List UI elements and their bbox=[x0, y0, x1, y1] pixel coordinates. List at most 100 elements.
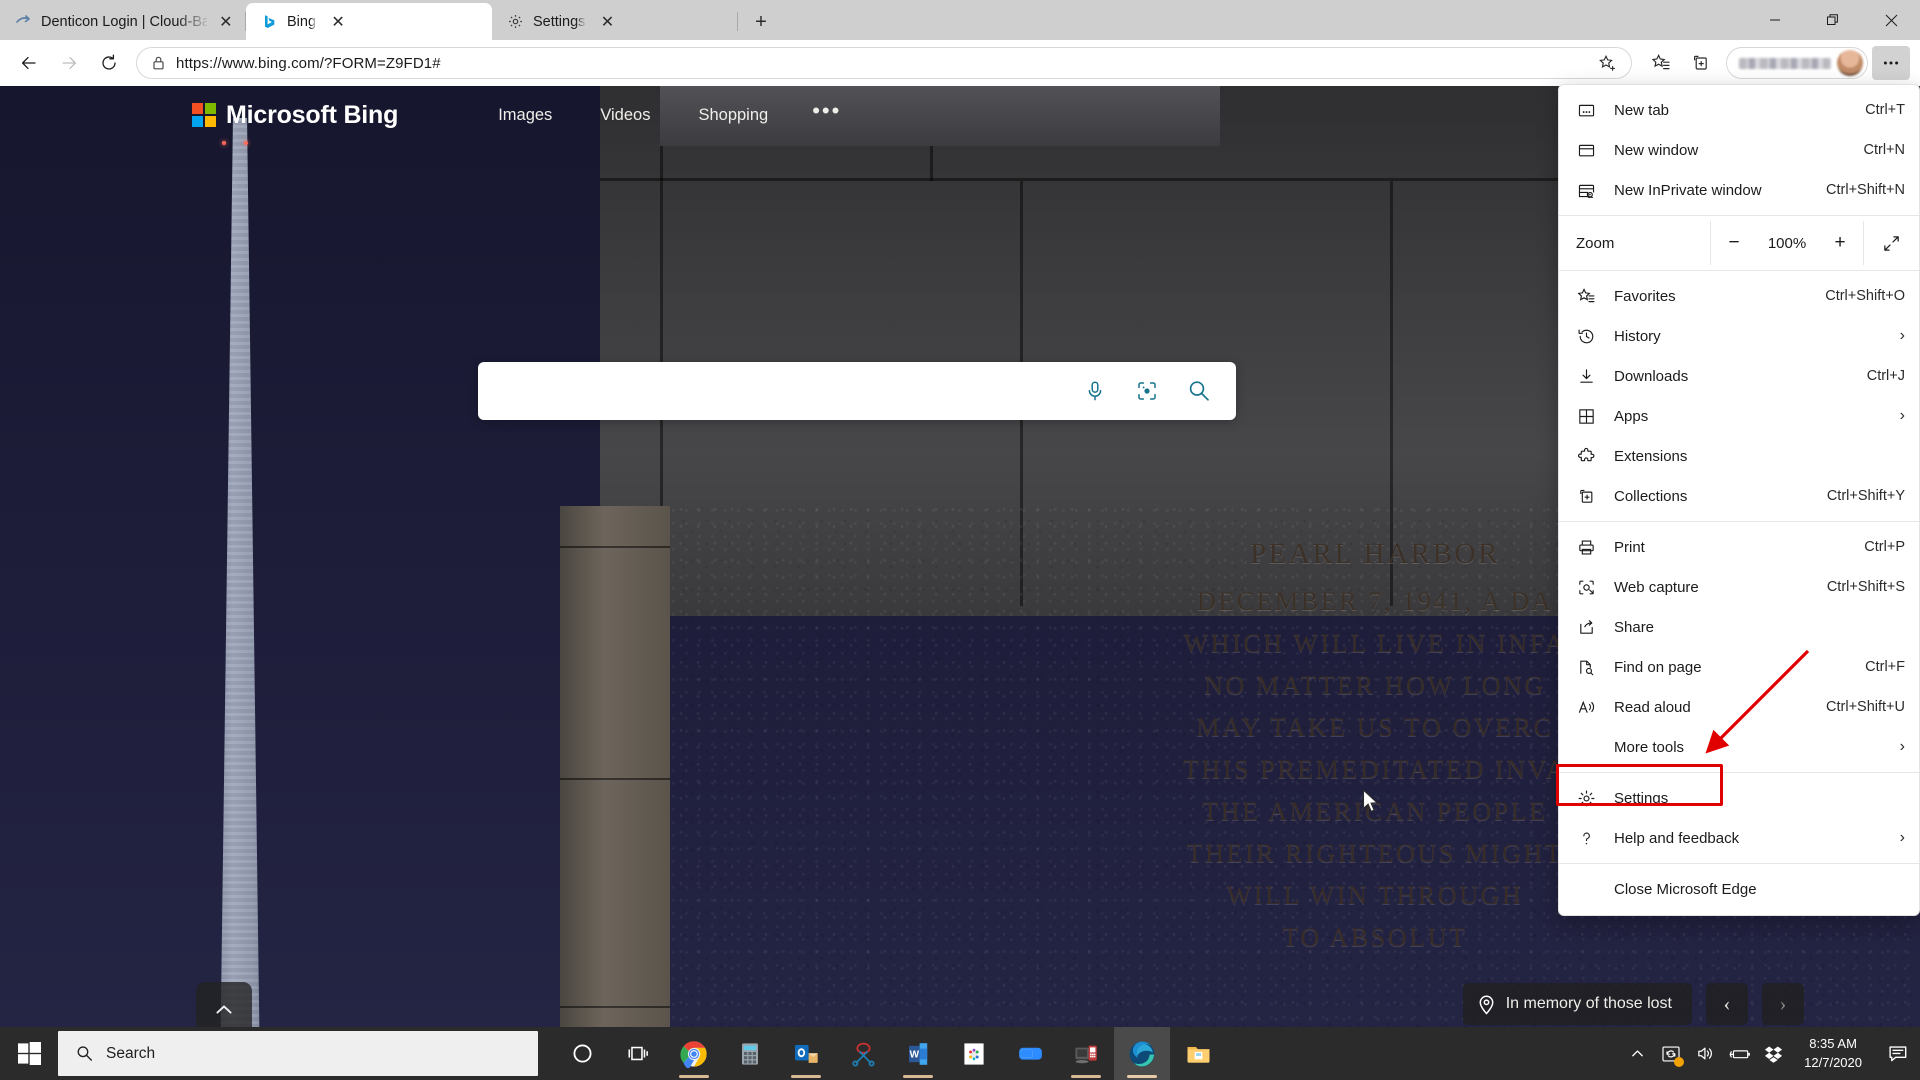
tab-close-button[interactable]: ✕ bbox=[325, 9, 351, 35]
inprivate-icon bbox=[1576, 180, 1597, 201]
snipping-tool-icon[interactable] bbox=[834, 1027, 890, 1080]
onedrive-sync-icon[interactable] bbox=[1654, 1027, 1688, 1080]
new-tab-button[interactable]: + bbox=[744, 7, 778, 37]
remote-desktop-icon[interactable] bbox=[1058, 1027, 1114, 1080]
browser-toolbar: https://www.bing.com/?FORM=Z9FD1# bbox=[0, 40, 1920, 86]
refresh-icon[interactable] bbox=[90, 46, 128, 80]
menu-item-share[interactable]: Share bbox=[1559, 607, 1919, 647]
tab-bing[interactable]: Bing ✕ bbox=[246, 3, 492, 40]
microsoft-word-icon[interactable]: W bbox=[890, 1027, 946, 1080]
menu-item-collections[interactable]: Collections Ctrl+Shift+Y bbox=[1559, 476, 1919, 516]
menu-item-find-on-page[interactable]: Find on page Ctrl+F bbox=[1559, 647, 1919, 687]
share-icon bbox=[1576, 617, 1597, 638]
taskbar-search-box[interactable]: Search bbox=[58, 1031, 538, 1076]
zoom-out-button[interactable]: − bbox=[1711, 221, 1757, 265]
minimize-button[interactable] bbox=[1746, 0, 1804, 40]
menu-separator bbox=[1559, 215, 1919, 216]
menu-item-apps[interactable]: Apps › bbox=[1559, 396, 1919, 436]
next-image-button[interactable]: › bbox=[1762, 983, 1804, 1025]
battery-icon[interactable] bbox=[1722, 1027, 1756, 1080]
menu-item-print[interactable]: Print Ctrl+P bbox=[1559, 527, 1919, 567]
file-explorer-icon[interactable] bbox=[1170, 1027, 1226, 1080]
menu-item-label: New InPrivate window bbox=[1614, 181, 1762, 199]
gear-icon bbox=[1576, 788, 1597, 809]
menu-item-web-capture[interactable]: Web capture Ctrl+Shift+S bbox=[1559, 567, 1919, 607]
menu-item-label: Web capture bbox=[1614, 578, 1699, 596]
bing-search-box[interactable] bbox=[478, 362, 1236, 420]
google-chrome-icon[interactable] bbox=[666, 1027, 722, 1080]
microphone-icon[interactable] bbox=[1080, 376, 1110, 406]
menu-item-shortcut: Ctrl+Shift+O bbox=[1825, 288, 1905, 304]
bing-logo[interactable]: Microsoft Bing bbox=[192, 101, 398, 130]
tab-close-button[interactable]: ✕ bbox=[216, 9, 236, 35]
bing-nav-videos[interactable]: Videos bbox=[576, 100, 674, 131]
star-plus-icon[interactable] bbox=[1591, 49, 1623, 77]
cortana-icon[interactable] bbox=[554, 1027, 610, 1080]
taskbar-clock[interactable]: 8:35 AM 12/7/2020 bbox=[1790, 1027, 1876, 1080]
task-view-icon[interactable] bbox=[610, 1027, 666, 1080]
image-info-bar[interactable]: In memory of those lost bbox=[1462, 983, 1692, 1025]
back-arrow-icon[interactable] bbox=[10, 46, 48, 80]
taskbar-search-placeholder: Search bbox=[106, 1044, 156, 1062]
menu-item-new-inprivate-window[interactable]: New InPrivate window Ctrl+Shift+N bbox=[1559, 170, 1919, 210]
tab-strip: Denticon Login | Cloud-Based Pr ✕ Bing ✕… bbox=[0, 0, 1920, 40]
clock-time: 8:35 AM bbox=[1809, 1035, 1857, 1051]
tab-settings[interactable]: Settings ✕ bbox=[492, 3, 738, 40]
menu-item-shortcut: Ctrl+Shift+N bbox=[1826, 182, 1905, 198]
menu-item-settings[interactable]: Settings bbox=[1559, 778, 1919, 818]
menu-item-favorites[interactable]: Favorites Ctrl+Shift+O bbox=[1559, 276, 1919, 316]
tab-denticon[interactable]: Denticon Login | Cloud-Based Pr ✕ bbox=[0, 3, 246, 40]
tab-title: Settings bbox=[533, 13, 586, 30]
collections-icon[interactable] bbox=[1682, 46, 1720, 80]
profile-button[interactable] bbox=[1726, 47, 1868, 79]
favorites-icon[interactable] bbox=[1642, 46, 1680, 80]
address-bar[interactable]: https://www.bing.com/?FORM=Z9FD1# bbox=[136, 47, 1632, 79]
volume-icon[interactable] bbox=[1688, 1027, 1722, 1080]
collections-icon bbox=[1576, 486, 1597, 507]
restore-button[interactable] bbox=[1804, 0, 1862, 40]
calculator-icon[interactable] bbox=[722, 1027, 778, 1080]
fullscreen-icon[interactable] bbox=[1863, 221, 1919, 265]
menu-item-new-tab[interactable]: New tab Ctrl+T bbox=[1559, 90, 1919, 130]
url-text: https://www.bing.com/?FORM=Z9FD1# bbox=[176, 54, 441, 72]
close-button[interactable] bbox=[1862, 0, 1920, 40]
visual-search-icon[interactable] bbox=[1132, 376, 1162, 406]
bing-nav-shopping[interactable]: Shopping bbox=[674, 100, 792, 131]
menu-item-read-aloud[interactable]: Read aloud Ctrl+Shift+U bbox=[1559, 687, 1919, 727]
windows-logo-icon[interactable] bbox=[0, 1027, 58, 1080]
menu-item-close-microsoft-edge[interactable]: Close Microsoft Edge bbox=[1559, 869, 1919, 909]
new-tab-icon bbox=[1576, 100, 1597, 121]
menu-item-downloads[interactable]: Downloads Ctrl+J bbox=[1559, 356, 1919, 396]
menu-separator bbox=[1559, 521, 1919, 522]
menu-item-label: Read aloud bbox=[1614, 698, 1691, 716]
clock-date: 12/7/2020 bbox=[1804, 1054, 1862, 1070]
bing-nav-images[interactable]: Images bbox=[474, 100, 576, 131]
location-pin-icon bbox=[1477, 994, 1496, 1015]
outlook-icon[interactable] bbox=[778, 1027, 834, 1080]
menu-item-more-tools[interactable]: More tools › bbox=[1559, 727, 1919, 767]
chevron-right-icon: › bbox=[1899, 327, 1905, 344]
action-center-icon[interactable] bbox=[1876, 1027, 1920, 1080]
search-icon[interactable] bbox=[1184, 376, 1214, 406]
bing-icon bbox=[260, 13, 278, 31]
menu-item-label: Settings bbox=[1614, 789, 1669, 807]
menu-item-new-window[interactable]: New window Ctrl+N bbox=[1559, 130, 1919, 170]
menu-item-shortcut: Ctrl+N bbox=[1863, 142, 1906, 158]
microsoft-edge-icon[interactable] bbox=[1114, 1027, 1170, 1080]
find-icon bbox=[1576, 657, 1597, 678]
show-hidden-icons-icon[interactable] bbox=[1620, 1027, 1654, 1080]
settings-and-more-button[interactable] bbox=[1872, 46, 1910, 80]
zoom-in-button[interactable]: + bbox=[1817, 221, 1863, 265]
paint-icon[interactable] bbox=[946, 1027, 1002, 1080]
menu-item-help-and-feedback[interactable]: Help and feedback › bbox=[1559, 818, 1919, 858]
tab-close-button[interactable]: ✕ bbox=[594, 9, 620, 35]
menu-item-history[interactable]: History › bbox=[1559, 316, 1919, 356]
help-icon bbox=[1576, 828, 1597, 849]
forward-arrow-icon[interactable] bbox=[50, 46, 88, 80]
previous-image-button[interactable]: ‹ bbox=[1706, 983, 1748, 1025]
dropbox-icon[interactable] bbox=[1756, 1027, 1790, 1080]
bing-nav-more-icon[interactable]: ••• bbox=[792, 99, 861, 131]
downloads-icon bbox=[1576, 366, 1597, 387]
zoom-icon[interactable] bbox=[1002, 1027, 1058, 1080]
menu-item-extensions[interactable]: Extensions bbox=[1559, 436, 1919, 476]
